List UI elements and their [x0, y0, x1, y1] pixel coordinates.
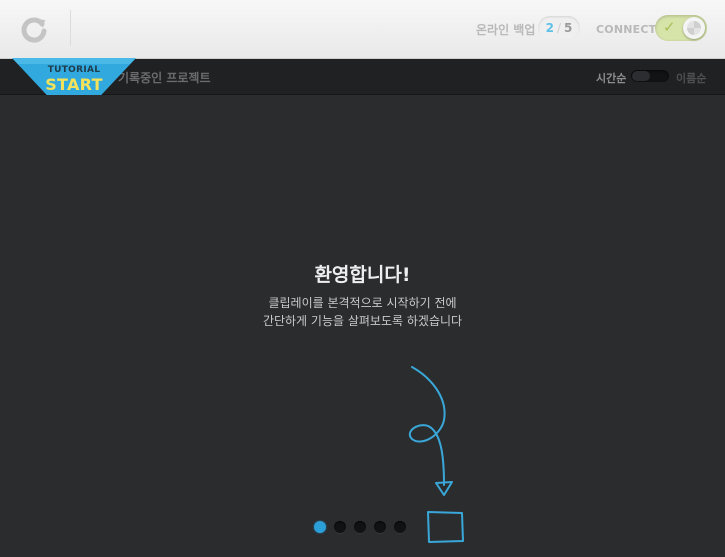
hand-drawn-arrow-icon — [409, 366, 453, 496]
welcome-title: 환영합니다! — [314, 264, 411, 286]
online-backup-label: 온라인 백업 — [476, 23, 536, 37]
refresh-button[interactable] — [14, 10, 54, 48]
pager-dot-1[interactable] — [314, 521, 326, 533]
pager-dot-3[interactable] — [354, 521, 366, 533]
connect-label: CONNECT — [596, 23, 657, 36]
refresh-icon — [21, 17, 47, 43]
connect-toggle[interactable]: ✓ — [655, 15, 707, 41]
sort-by-time-label[interactable]: 시간순 — [596, 70, 626, 86]
tutorial-label: TUTORIAL — [47, 65, 101, 75]
pager-dot-2[interactable] — [334, 521, 346, 533]
backup-counter: 2 / 5 — [538, 16, 580, 40]
next-step-box-icon[interactable] — [424, 509, 466, 545]
pager-dot-4[interactable] — [374, 521, 386, 533]
toggle-knob — [683, 17, 705, 39]
pinwheel-icon — [687, 21, 701, 35]
top-toolbar: 온라인 백업 2 / 5 CONNECT ✓ — [0, 0, 725, 59]
check-icon: ✓ — [663, 18, 676, 36]
start-label: START — [45, 75, 103, 94]
backup-current-count: 2 — [545, 21, 554, 35]
toolbar-divider — [70, 10, 71, 46]
sort-by-name-label[interactable]: 이름순 — [676, 70, 706, 86]
welcome-description-line-1: 클립레이를 본격적으로 시작하기 전에 — [268, 296, 457, 310]
backup-separator: / — [556, 21, 562, 35]
backup-total-count: 5 — [564, 21, 573, 35]
pager-dot-5[interactable] — [394, 521, 406, 533]
tutorial-pager — [314, 521, 406, 535]
sort-toggle[interactable] — [631, 70, 669, 82]
welcome-panel: 환영합니다! 클립레이를 본격적으로 시작하기 전에 간단하게 기능을 살펴보도… — [0, 95, 725, 557]
welcome-description-line-2: 간단하게 기능을 살펴보도록 하겠습니다 — [262, 314, 463, 328]
